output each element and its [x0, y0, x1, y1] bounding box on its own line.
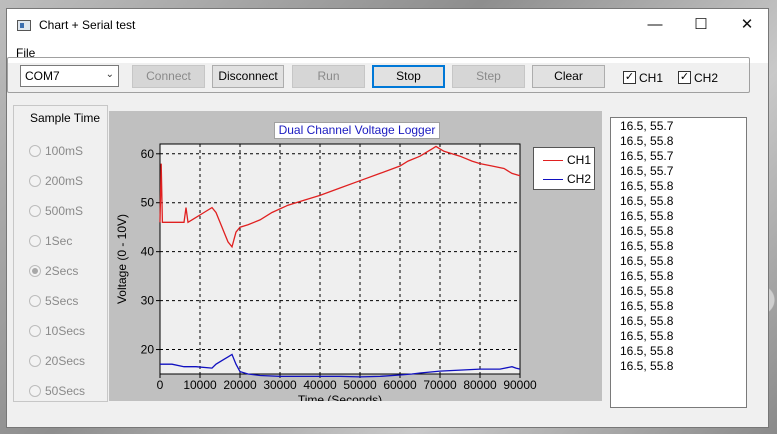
serial-log-line: 16.5, 55.8	[620, 284, 674, 298]
serial-log-line: 16.5, 55.8	[620, 329, 674, 343]
radio-10secs-label: 10Secs	[45, 324, 86, 338]
x-tick-label: 70000	[423, 378, 457, 392]
y-axis-label: Voltage (0 - 10V)	[115, 214, 129, 304]
ch1-checkbox-label: CH1	[639, 71, 664, 85]
x-tick-label: 60000	[383, 378, 417, 392]
plot-area	[159, 143, 521, 375]
legend-ch1-swatch	[543, 160, 563, 161]
radio-50secs[interactable]	[29, 385, 41, 397]
stop-button[interactable]: Stop	[372, 65, 445, 88]
radio-2secs-label: 2Secs	[45, 264, 79, 278]
run-button[interactable]: Run	[292, 65, 365, 88]
port-select-value: COM7	[25, 69, 60, 83]
window-title: Chart + Serial test	[39, 18, 136, 32]
step-button[interactable]: Step	[452, 65, 525, 88]
serial-log-line: 16.5, 55.8	[620, 224, 674, 238]
ch1-checkbox[interactable]: ✓	[623, 71, 636, 84]
y-tick-label: 30	[141, 294, 155, 308]
radio-50secs-label: 50Secs	[45, 384, 86, 398]
x-tick-label: 80000	[463, 378, 497, 392]
radio-200ms-label: 200mS	[45, 174, 84, 188]
radio-5secs-label: 5Secs	[45, 294, 79, 308]
radio-5secs[interactable]	[29, 295, 41, 307]
serial-log-line: 16.5, 55.8	[620, 254, 674, 268]
title-bar: Chart + Serial test — ☐ ✕	[7, 9, 768, 41]
serial-log-line: 16.5, 55.8	[620, 209, 674, 223]
serial-log-line: 16.5, 55.8	[620, 344, 674, 358]
sample-time-title: Sample Time	[26, 111, 105, 125]
serial-log-line: 16.5, 55.8	[620, 239, 674, 253]
radio-20secs[interactable]	[29, 355, 41, 367]
chart-legend: CH1 CH2	[533, 147, 595, 190]
radio-20secs-label: 20Secs	[45, 354, 86, 368]
radio-200ms[interactable]	[29, 175, 41, 187]
maximize-button[interactable]: ☐	[678, 9, 724, 41]
serial-log-line: 16.5, 55.8	[620, 194, 674, 208]
serial-log-line: 16.5, 55.8	[620, 359, 674, 373]
radio-1sec-label: 1Sec	[45, 234, 73, 248]
radio-500ms-label: 500mS	[45, 204, 84, 218]
serial-log-line: 16.5, 55.7	[620, 164, 674, 178]
y-tick-label: 40	[141, 245, 155, 259]
x-tick-label: 50000	[343, 378, 377, 392]
serial-log-line: 16.5, 55.8	[620, 299, 674, 313]
legend-ch1-label: CH1	[567, 153, 592, 167]
radio-100ms-label: 100mS	[45, 144, 84, 158]
y-tick-label: 20	[141, 343, 155, 357]
legend-ch2-swatch	[543, 179, 563, 180]
radio-500ms[interactable]	[29, 205, 41, 217]
serial-log-line: 16.5, 55.7	[620, 149, 674, 163]
x-tick-label: 40000	[303, 378, 337, 392]
app-icon	[17, 20, 31, 31]
ch2-checkbox[interactable]: ✓	[678, 71, 691, 84]
radio-100ms[interactable]	[29, 145, 41, 157]
serial-log-line: 16.5, 55.8	[620, 134, 674, 148]
serial-log-list[interactable]: 16.5, 55.7 16.5, 55.8 16.5, 55.7 16.5, 55.7…	[610, 117, 747, 408]
ch2-checkbox-label: CH2	[694, 71, 719, 85]
x-tick-label: 20000	[223, 378, 257, 392]
connect-button[interactable]: Connect	[132, 65, 205, 88]
chevron-down-icon: ⌄	[105, 69, 114, 80]
x-axis-label: Time (Seconds)	[298, 393, 382, 401]
radio-2secs[interactable]	[29, 265, 41, 277]
clear-button[interactable]: Clear	[532, 65, 605, 88]
y-tick-label: 60	[141, 147, 155, 161]
close-button[interactable]: ✕	[724, 9, 770, 41]
chart-title: Dual Channel Voltage Logger	[274, 122, 440, 139]
legend-ch2-label: CH2	[567, 172, 592, 186]
serial-log-line: 16.5, 55.7	[620, 119, 674, 133]
radio-1sec[interactable]	[29, 235, 41, 247]
y-tick-label: 50	[141, 196, 155, 210]
disconnect-button[interactable]: Disconnect	[212, 65, 284, 88]
minimize-button[interactable]: —	[632, 9, 678, 41]
x-tick-label: 30000	[263, 378, 297, 392]
radio-10secs[interactable]	[29, 325, 41, 337]
serial-log-line: 16.5, 55.8	[620, 179, 674, 193]
serial-log-line: 16.5, 55.8	[620, 314, 674, 328]
serial-log-line: 16.5, 55.8	[620, 269, 674, 283]
x-tick-label: 0	[157, 378, 164, 392]
port-select[interactable]: COM7 ⌄	[20, 65, 119, 87]
voltage-chart: 0 10000 20000 30000 40000 50000 60000 70000 8000…	[115, 143, 537, 401]
x-tick-label: 10000	[183, 378, 217, 392]
x-tick-label: 90000	[503, 378, 537, 392]
